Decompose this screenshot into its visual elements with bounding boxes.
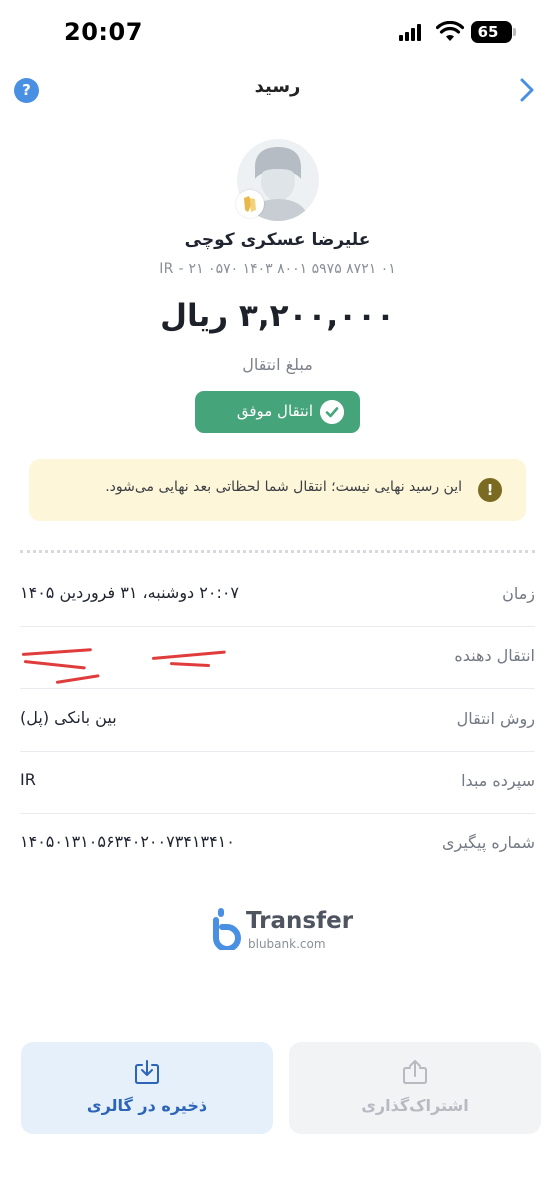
warning-banner: این رسید نهایی نیست؛ انتقال شما لحظاتی ب…	[29, 459, 526, 521]
recipient-iban: IR - ۲۱ ۰۵۷۰ ۱۴۰۳ ۸۰۰۱ ۵۹۷۵ ۸۷۲۱ ۰۱	[159, 261, 396, 277]
detail-value: بین بانکی (پل)	[20, 708, 117, 727]
detail-row-time: زمان ۲۰:۰۷ دوشنبه، ۳۱ فروردین ۱۴۰۵	[20, 565, 535, 627]
share-button[interactable]: اشتراک‌گذاری	[289, 1042, 541, 1134]
download-icon	[135, 1060, 159, 1084]
battery-icon: 65	[471, 21, 512, 43]
blubank-logo-icon	[213, 908, 241, 950]
bank-badge	[236, 190, 264, 218]
divider	[20, 550, 535, 553]
transfer-logo: Transfer blubank.com	[212, 906, 353, 956]
back-button[interactable]	[514, 76, 540, 104]
warning-text: این رسید نهایی نیست؛ انتقال شما لحظاتی ب…	[105, 479, 462, 495]
amount-label: مبلغ انتقال	[242, 355, 313, 374]
detail-label: شماره پیگیری	[441, 833, 535, 852]
bank-logo-icon	[244, 196, 256, 212]
detail-value: IR	[20, 770, 36, 789]
share-button-label: اشتراک‌گذاری	[361, 1096, 469, 1115]
transfer-amount: ۳,۲۰۰,۰۰۰ ریال	[160, 298, 395, 334]
wifi-icon	[436, 21, 464, 41]
check-icon	[320, 400, 344, 424]
detail-row-source-account: سپرده مبدا IR	[20, 752, 535, 814]
battery-level: 65	[477, 23, 499, 41]
status-badge: انتقال موفق	[195, 391, 360, 433]
status-bar: 20:07 65	[0, 0, 555, 62]
save-to-gallery-button[interactable]: ذخیره در گالری	[21, 1042, 273, 1134]
chevron-right-icon	[520, 78, 534, 102]
status-time: 20:07	[64, 18, 143, 46]
status-label: انتقال موفق	[236, 402, 313, 420]
logo-wordmark: Transfer	[246, 908, 354, 934]
share-icon	[403, 1060, 427, 1084]
detail-label: انتقال دهنده	[454, 646, 535, 665]
detail-value: ۲۰:۰۷ دوشنبه، ۳۱ فروردین ۱۴۰۵	[20, 583, 240, 602]
detail-row-method: روش انتقال بین بانکی (پل)	[20, 690, 535, 752]
detail-row-sender: انتقال دهنده	[20, 627, 535, 689]
page-title: رسید	[254, 76, 301, 97]
save-button-label: ذخیره در گالری	[86, 1096, 208, 1115]
cellular-signal-icon	[399, 24, 423, 41]
detail-row-tracking: شماره پیگیری ۱۴۰۵۰۱۳۱۰۵۶۳۴۰۲۰۰۷۳۴۱۳۴۱۰	[20, 814, 535, 876]
recipient-name: علیرضا عسکری کوچی	[184, 230, 371, 250]
battery-cap	[513, 28, 516, 36]
detail-label: روش انتقال	[456, 709, 535, 728]
exclamation-icon: !	[478, 478, 502, 502]
logo-domain: blubank.com	[248, 937, 326, 951]
detail-value: ۱۴۰۵۰۱۳۱۰۵۶۳۴۰۲۰۰۷۳۴۱۳۴۱۰	[20, 832, 235, 851]
detail-label: سپرده مبدا	[461, 771, 535, 790]
detail-label: زمان	[502, 584, 535, 603]
